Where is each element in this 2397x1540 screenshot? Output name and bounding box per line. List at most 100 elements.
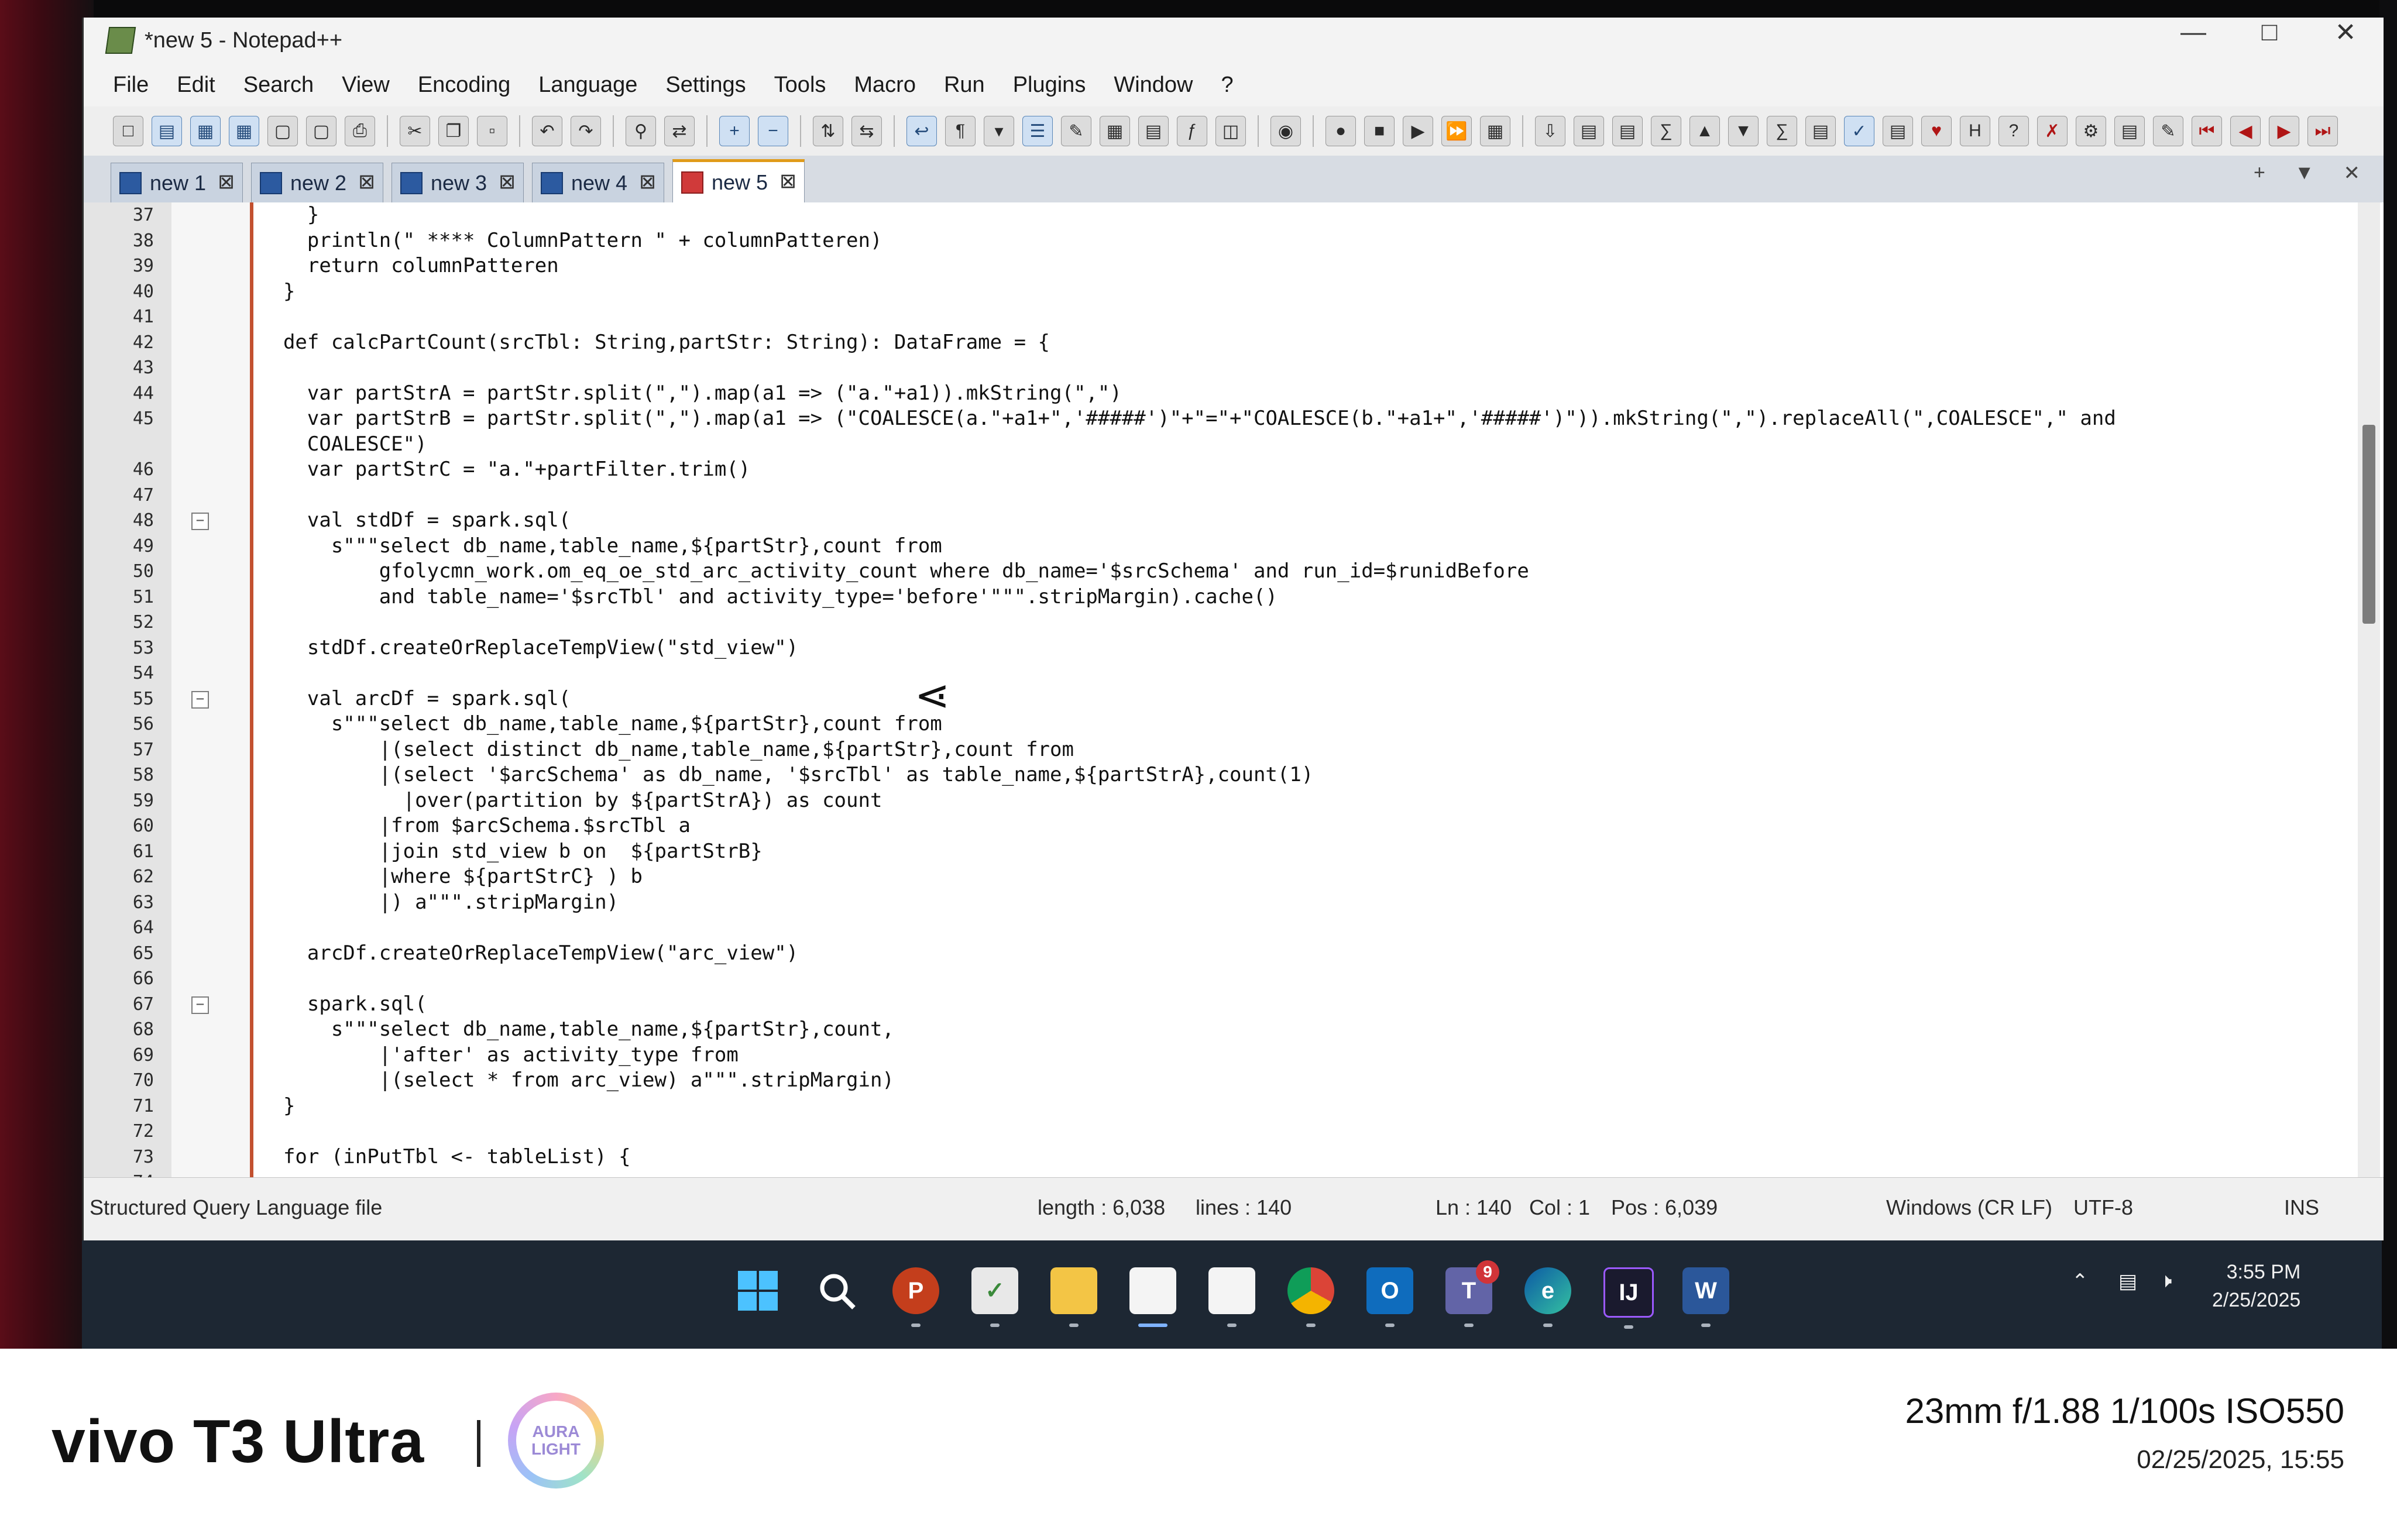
- code-editor[interactable]: 37 } 38 println(" **** ColumnPattern " + …: [84, 202, 2384, 1177]
- code-line[interactable]: 50 gfolycmn_work.om_eq_oe_std_arc_activi…: [84, 559, 2384, 585]
- folder-as-workspace-icon[interactable]: ◫: [1215, 116, 1246, 146]
- heart-icon[interactable]: ♥: [1921, 116, 1952, 146]
- new-tab-icon[interactable]: +: [2254, 161, 2265, 185]
- word-icon[interactable]: W: [1682, 1267, 1729, 1327]
- save-macro-icon[interactable]: ▦: [1480, 116, 1510, 146]
- close-file-icon[interactable]: ▢: [267, 116, 298, 146]
- plugin-icon-7[interactable]: ▤: [1883, 116, 1913, 146]
- undo-icon[interactable]: ↶: [532, 116, 562, 146]
- menu-run[interactable]: Run: [944, 73, 985, 98]
- run-macro-multiple-icon[interactable]: ⏩: [1441, 116, 1472, 146]
- code-line[interactable]: 59 |over(partition by ${partStrA}) as co…: [84, 788, 2384, 814]
- open-file-icon[interactable]: ▤: [152, 116, 182, 146]
- print-icon[interactable]: ⎙: [345, 116, 375, 146]
- menu-file[interactable]: File: [113, 73, 149, 98]
- new-file-icon[interactable]: □: [113, 116, 143, 146]
- menu-settings[interactable]: Settings: [665, 73, 746, 98]
- code-line[interactable]: 57 |(select distinct db_name,table_name,…: [84, 737, 2384, 763]
- code-line[interactable]: 39 return columnPatteren: [84, 253, 2384, 279]
- next-bookmark-icon[interactable]: ▶: [2269, 116, 2299, 146]
- cut-icon[interactable]: ✂: [400, 116, 430, 146]
- paste-icon[interactable]: ▫: [477, 116, 507, 146]
- code-line[interactable]: 56 s"""select db_name,table_name,${partS…: [84, 711, 2384, 737]
- code-line[interactable]: 51 and table_name='$srcTbl' and activity…: [84, 585, 2384, 610]
- code-line[interactable]: 71 }: [84, 1094, 2384, 1119]
- plugin-icon-6[interactable]: ▤: [1805, 116, 1836, 146]
- volume-icon[interactable]: 🕨: [2159, 1270, 2172, 1292]
- menu-search[interactable]: Search: [243, 73, 314, 98]
- tab-close-icon[interactable]: ☒: [780, 172, 796, 192]
- prev-bookmark-icon[interactable]: ◀: [2230, 116, 2261, 146]
- file-sync-icon[interactable]: ✓: [971, 1267, 1018, 1327]
- spell-check-icon[interactable]: ✓: [1844, 116, 1874, 146]
- minimize-icon[interactable]: —: [2155, 18, 2231, 47]
- outlook-icon[interactable]: O: [1366, 1267, 1413, 1327]
- menu-language[interactable]: Language: [538, 73, 637, 98]
- document-list-icon[interactable]: ▤: [1138, 116, 1169, 146]
- plugin-icon-1[interactable]: ⇩: [1535, 116, 1565, 146]
- code-line[interactable]: 54: [84, 661, 2384, 686]
- code-line[interactable]: 69 |'after' as activity_type from: [84, 1043, 2384, 1068]
- save-icon[interactable]: ▦: [190, 116, 221, 146]
- code-line[interactable]: 65 arcDf.createOrReplaceTempView("arc_vi…: [84, 941, 2384, 967]
- close-all-icon[interactable]: ▢: [306, 116, 336, 146]
- find-icon[interactable]: ⚲: [626, 116, 656, 146]
- plugin-icon-3[interactable]: ▤: [1612, 116, 1643, 146]
- indent-guide-icon[interactable]: ☰: [1022, 116, 1053, 146]
- code-line[interactable]: 67 − spark.sql(: [84, 992, 2384, 1018]
- close-icon[interactable]: ✕: [2307, 18, 2384, 47]
- code-line[interactable]: 63 |) a""".stripMargin): [84, 890, 2384, 916]
- code-line[interactable]: 61 |join std_view b on ${partStrB}: [84, 839, 2384, 865]
- fold-toggle-icon[interactable]: −: [191, 996, 209, 1014]
- sync-horizontal-icon[interactable]: ⇆: [851, 116, 882, 146]
- code-line[interactable]: 49 s"""select db_name,table_name,${partS…: [84, 534, 2384, 559]
- code-line[interactable]: COALESCE"): [84, 432, 2384, 458]
- tab-list-icon[interactable]: ▼: [2295, 161, 2314, 185]
- code-line[interactable]: 62 |where ${partStrC} ) b: [84, 864, 2384, 890]
- show-hidden-icons-icon[interactable]: ⌃: [2072, 1270, 2089, 1293]
- close-tab-icon[interactable]: ✕: [2344, 161, 2361, 185]
- plugin-icon-9[interactable]: ✗: [2037, 116, 2068, 146]
- show-all-characters-icon[interactable]: ¶: [945, 116, 976, 146]
- code-line[interactable]: 53 stdDf.createOrReplaceTempView("std_vi…: [84, 635, 2384, 661]
- notepad-second-icon[interactable]: [1208, 1267, 1255, 1327]
- code-line[interactable]: 52: [84, 610, 2384, 635]
- code-line[interactable]: 42 def calcPartCount(srcTbl: String,part…: [84, 330, 2384, 356]
- menu-plugins[interactable]: Plugins: [1013, 73, 1086, 98]
- menu-edit[interactable]: Edit: [177, 73, 215, 98]
- replace-icon[interactable]: ⇄: [664, 116, 695, 146]
- code-line[interactable]: 70 |(select * from arc_view) a""".stripM…: [84, 1068, 2384, 1094]
- file-explorer-icon[interactable]: [1050, 1267, 1097, 1327]
- tab-new-1[interactable]: new 1 ☒: [111, 163, 243, 202]
- code-line[interactable]: 68 s"""select db_name,table_name,${partS…: [84, 1017, 2384, 1043]
- plugin-icon-2[interactable]: ▤: [1574, 116, 1604, 146]
- code-line[interactable]: 60 |from $arcSchema.$srcTbl a: [84, 813, 2384, 839]
- code-line[interactable]: 47: [84, 483, 2384, 508]
- code-line[interactable]: 46 var partStrC = "a."+partFilter.trim(): [84, 457, 2384, 483]
- word-wrap-icon[interactable]: ↩: [906, 116, 937, 146]
- tab-new-4[interactable]: new 4 ☒: [532, 163, 664, 202]
- code-line[interactable]: 48 − val stdDf = spark.sql(: [84, 508, 2384, 534]
- code-line[interactable]: 66: [84, 966, 2384, 992]
- code-line[interactable]: 44 var partStrA = partStr.split(",").map…: [84, 381, 2384, 407]
- network-icon[interactable]: ▤: [2118, 1270, 2137, 1293]
- menu-tools[interactable]: Tools: [774, 73, 826, 98]
- tab-close-icon[interactable]: ☒: [218, 173, 234, 193]
- code-line[interactable]: 45 var partStrB = partStr.split(",").map…: [84, 406, 2384, 432]
- edge-icon[interactable]: e: [1524, 1267, 1571, 1327]
- save-all-icon[interactable]: ▦: [229, 116, 259, 146]
- tab-new-2[interactable]: new 2 ☒: [251, 163, 383, 202]
- menu-macro[interactable]: Macro: [854, 73, 916, 98]
- play-macro-icon[interactable]: ▶: [1403, 116, 1433, 146]
- code-line[interactable]: 43: [84, 355, 2384, 381]
- user-defined-language-icon[interactable]: ✎: [1061, 116, 1091, 146]
- zoom-in-icon[interactable]: +: [719, 116, 750, 146]
- code-line[interactable]: 40 }: [84, 279, 2384, 305]
- intellij-icon[interactable]: IJ: [1603, 1267, 1654, 1329]
- stop-macro-icon[interactable]: ■: [1364, 116, 1395, 146]
- fold-toggle-icon[interactable]: −: [191, 513, 209, 530]
- menu-encoding[interactable]: Encoding: [418, 73, 510, 98]
- code-line[interactable]: 41: [84, 304, 2384, 330]
- plugin-icon-5[interactable]: ∑: [1767, 116, 1797, 146]
- code-line[interactable]: 64: [84, 915, 2384, 941]
